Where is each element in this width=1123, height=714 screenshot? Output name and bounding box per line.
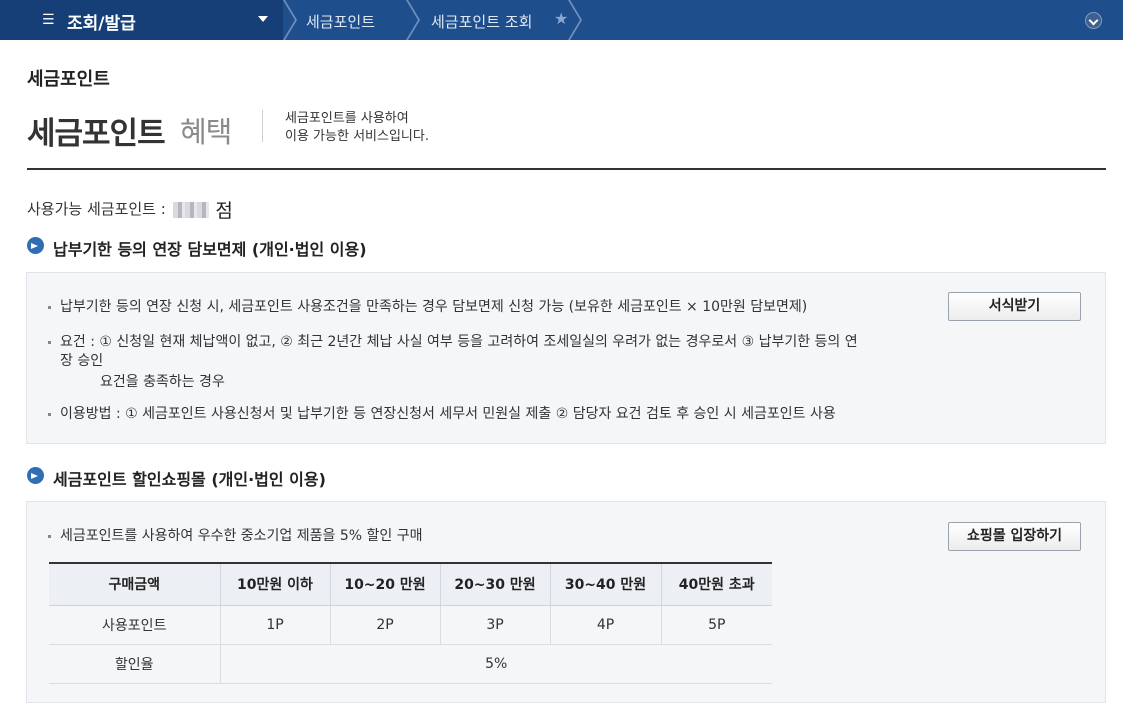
chevron-down-circle-icon[interactable] [1085,12,1102,29]
list-item: 납부기한 등의 연장 신청 시, 세금포인트 사용조건을 만족하는 경우 담보면… [48,298,940,317]
available-points: 사용가능 세금포인트 : 점 [27,196,233,223]
caret-down-icon [258,16,268,22]
breadcrumb-tax-point-inquiry[interactable]: 세금포인트 조회 [431,11,532,32]
points-table: 구매금액 10만원 이하 10~20 만원 20~30 만원 30~40 만원 … [49,562,772,684]
menu-label: 조회/발급 [67,14,136,34]
list-item: 요건 : ① 신청일 현재 체납액이 없고, ② 최근 2년간 체납 사실 여부… [48,333,940,392]
requirement-line-3: 요건을 충족하는 경우 [100,374,225,390]
table-cell: 2P [329,605,440,645]
benefit-heading-sub: 혜택 [180,115,232,149]
list-item: 이용방법 : ① 세금포인트 사용신청서 및 납부기한 등 연장신청서 세무서 … [48,405,940,424]
list-item: 세금포인트를 사용하여 우수한 중소기업 제품을 5% 할인 구매 [48,527,920,546]
available-points-unit: 점 [215,200,233,222]
menu-dropdown-button[interactable]: ☰ 조회/발급 [0,0,283,40]
table-row: 사용포인트 1P 2P 3P 4P 5P [49,605,772,645]
column-header: 30~40 만원 [549,562,661,606]
column-header: 20~30 만원 [439,562,550,606]
intro-line-2: 이용 가능한 서비스입니다. [285,129,429,144]
intro-line-1: 세금포인트를 사용하여 [285,111,409,126]
table-cell: 5% [219,644,772,684]
hamburger-icon: ☰ [42,12,55,28]
arrow-circle-icon [27,467,44,484]
requirement-line-2: 장 승인 [60,353,104,369]
column-header: 40만원 초과 [660,562,772,606]
available-points-label: 사용가능 세금포인트 : [27,200,166,218]
heading-rule [27,168,1106,170]
section-title-shopping-mall: 세금포인트 할인쇼핑몰 (개인·법인 이용) [53,470,326,489]
intro-text: 세금포인트를 사용하여 이용 가능한 서비스입니다. [285,110,429,146]
table-row: 할인율 5% [49,644,772,684]
top-navigation-bar: ☰ 조회/발급 세금포인트 세금포인트 조회 ★ [0,0,1123,40]
benefit-heading-main: 세금포인트 [27,116,166,152]
breadcrumb-separator-icon [406,0,420,40]
masked-points-value [172,201,209,218]
section-title-deferral: 납부기한 등의 연장 담보면제 (개인·법인 이용) [53,240,367,259]
breadcrumb-separator-icon [283,0,297,40]
table-cell: 3P [439,605,550,645]
breadcrumb-tax-point[interactable]: 세금포인트 [306,11,375,32]
enter-shopping-mall-button[interactable]: 쇼핑몰 입장하기 [948,522,1081,551]
table-header-row: 구매금액 10만원 이하 10~20 만원 20~30 만원 30~40 만원 … [49,562,772,606]
requirement-line-1: 요건 : ① 신청일 현재 체납액이 없고, ② 최근 2년간 체납 사실 여부… [60,334,858,350]
heading-divider [262,110,263,142]
table-cell: 4P [549,605,661,645]
page-title: 세금포인트 [27,69,110,90]
table-cell: 할인율 [49,644,220,684]
column-header: 구매금액 [49,562,220,606]
favorite-star-icon[interactable]: ★ [554,9,568,28]
table-cell: 1P [219,605,330,645]
column-header: 10만원 이하 [219,562,330,606]
arrow-circle-icon [27,237,44,254]
breadcrumb-separator-icon [568,0,582,40]
download-form-button[interactable]: 서식받기 [948,292,1081,321]
table-cell: 사용포인트 [49,605,220,645]
table-cell: 5P [660,605,772,645]
column-header: 10~20 만원 [329,562,440,606]
